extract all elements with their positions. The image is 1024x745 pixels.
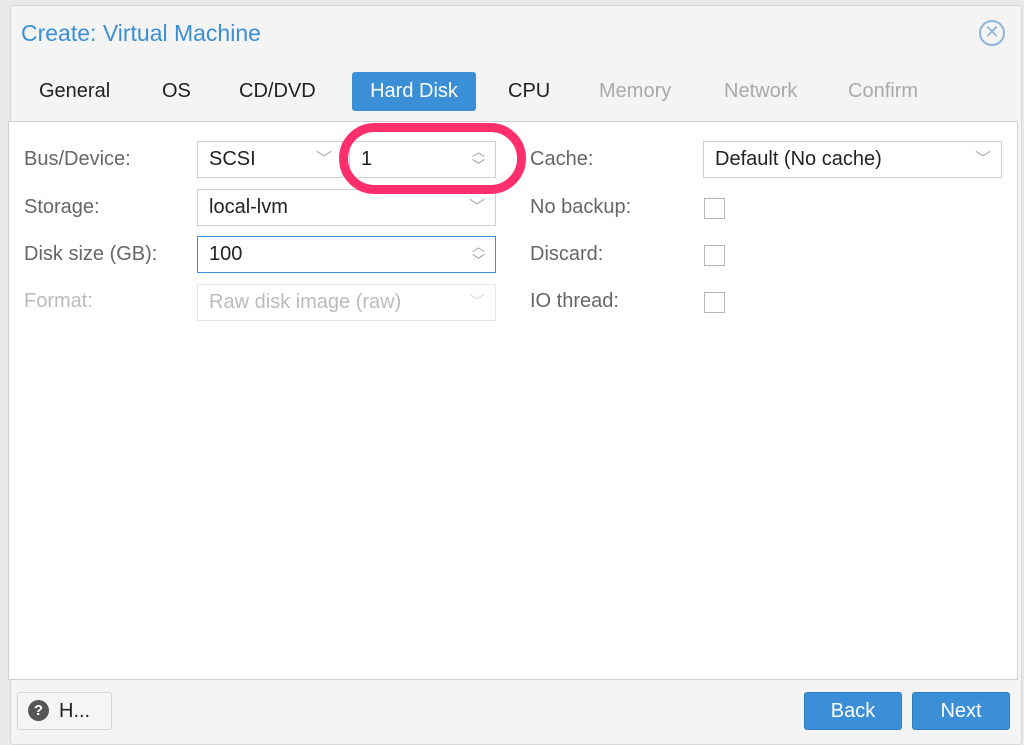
next-button[interactable]: Next <box>912 692 1010 730</box>
tab-cd-dvd[interactable]: CD/DVD <box>224 72 331 111</box>
disk-size-value: 100 <box>209 243 243 265</box>
chevron-down-icon: ﹀ <box>468 199 485 216</box>
disk-size-input[interactable]: 100 ︿ ﹀ <box>197 236 496 273</box>
io-thread-label: IO thread: <box>530 290 619 312</box>
close-icon[interactable]: ✕ <box>979 20 1005 46</box>
format-select: Raw disk image (raw) ﹀ <box>197 284 496 321</box>
help-button[interactable]: ? H... <box>17 692 112 730</box>
storage-select[interactable]: local-lvm ﹀ <box>197 189 496 226</box>
help-label: H... <box>59 700 91 722</box>
storage-label: Storage: <box>24 196 100 218</box>
format-label: Format: <box>24 290 93 312</box>
tab-network: Network <box>724 80 798 102</box>
format-value: Raw disk image (raw) <box>209 291 402 313</box>
io-thread-checkbox[interactable] <box>704 292 725 313</box>
bus-select[interactable]: SCSI ﹀ <box>197 141 343 178</box>
bus-device-label: Bus/Device: <box>24 148 131 170</box>
question-icon: ? <box>28 699 49 721</box>
tab-cpu[interactable]: CPU <box>493 72 565 111</box>
discard-checkbox[interactable] <box>704 245 725 266</box>
chevron-down-icon: ﹀ <box>974 151 991 168</box>
no-backup-label: No backup: <box>530 196 632 218</box>
no-backup-checkbox[interactable] <box>704 198 725 219</box>
cache-select[interactable]: Default (No cache) ﹀ <box>703 141 1002 178</box>
cache-label: Cache: <box>530 148 594 170</box>
annotation-highlight-circle <box>339 123 526 194</box>
tab-confirm: Confirm <box>848 80 919 102</box>
tab-memory: Memory <box>599 80 672 102</box>
disk-size-label: Disk size (GB): <box>24 243 158 265</box>
dialog-title: Create: Virtual Machine <box>21 20 261 46</box>
bus-value: SCSI <box>209 148 256 170</box>
tab-general[interactable]: General <box>24 72 125 111</box>
back-button[interactable]: Back <box>804 692 902 730</box>
discard-label: Discard: <box>530 243 604 265</box>
tab-hard-disk[interactable]: Hard Disk <box>352 72 476 111</box>
hard-disk-panel <box>8 121 1018 680</box>
storage-value: local-lvm <box>209 196 288 218</box>
tab-os[interactable]: OS <box>147 72 206 111</box>
spinner-icon[interactable]: ︿ ﹀ <box>472 240 485 268</box>
chevron-down-icon: ﹀ <box>468 294 485 311</box>
chevron-down-icon: ﹀ <box>315 151 332 168</box>
cache-value: Default (No cache) <box>715 148 882 170</box>
